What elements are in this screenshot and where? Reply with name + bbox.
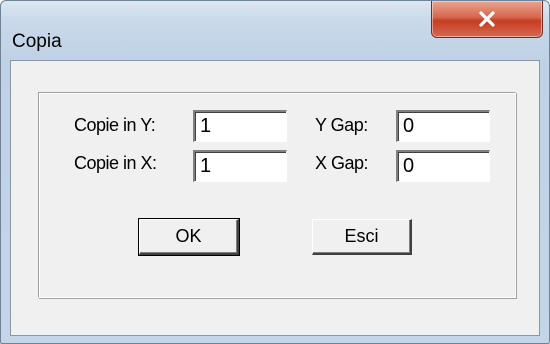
close-icon — [479, 11, 495, 27]
x-gap-input[interactable] — [396, 150, 490, 182]
dialog-window: Copia Copie in Y: Y Gap: Copie in X: X G… — [0, 0, 550, 344]
y-gap-input[interactable] — [396, 110, 490, 142]
copy-settings-group: Copie in Y: Y Gap: Copie in X: X Gap: OK… — [38, 92, 516, 298]
copie-in-y-input[interactable] — [193, 110, 287, 142]
window-title: Copia — [12, 31, 62, 52]
copie-in-y-label: Copie in Y: — [74, 115, 156, 135]
copie-in-x-input[interactable] — [193, 150, 287, 182]
close-button[interactable] — [431, 1, 543, 38]
copie-in-x-label: Copie in X: — [74, 153, 157, 173]
ok-button[interactable]: OK — [138, 218, 240, 256]
x-gap-label: X Gap: — [315, 153, 369, 173]
dialog-client-area: Copie in Y: Y Gap: Copie in X: X Gap: OK… — [10, 60, 540, 336]
y-gap-label: Y Gap: — [315, 115, 368, 135]
esci-button[interactable]: Esci — [312, 219, 412, 255]
